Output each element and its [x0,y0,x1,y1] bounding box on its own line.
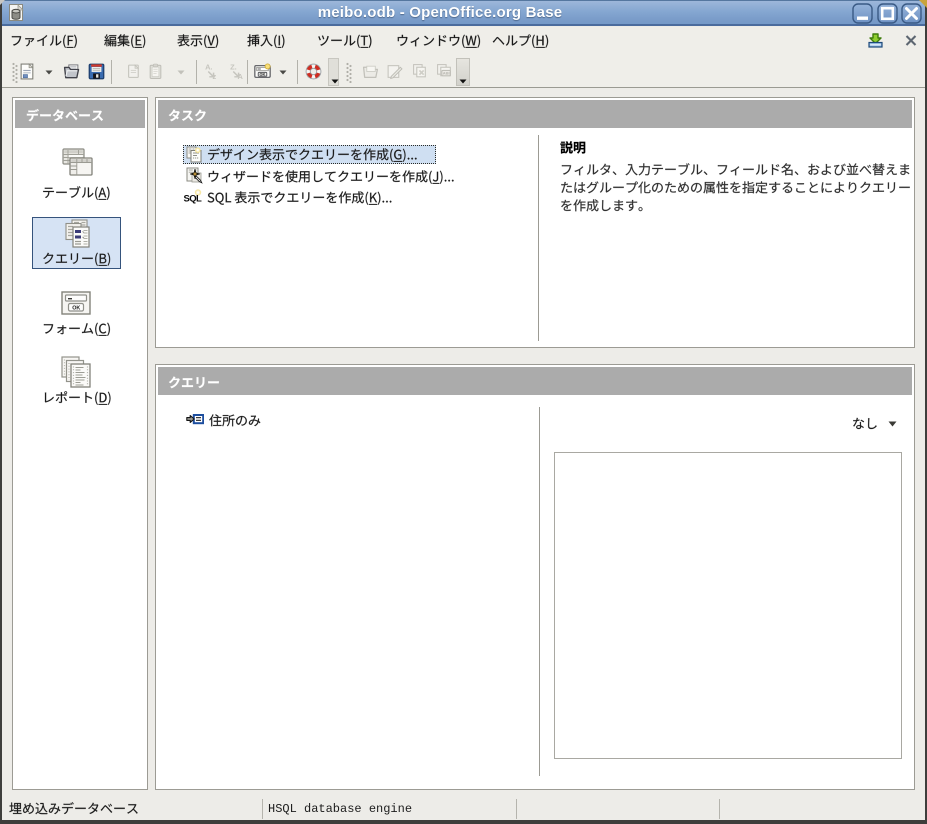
svg-text:OK: OK [260,73,266,77]
svg-text:SQL: SQL [184,194,203,205]
svg-text:ABI: ABI [443,71,450,76]
svg-text:Z.: Z. [230,63,237,71]
svg-text:OK: OK [72,306,80,312]
svg-text:A.: A. [205,63,212,71]
